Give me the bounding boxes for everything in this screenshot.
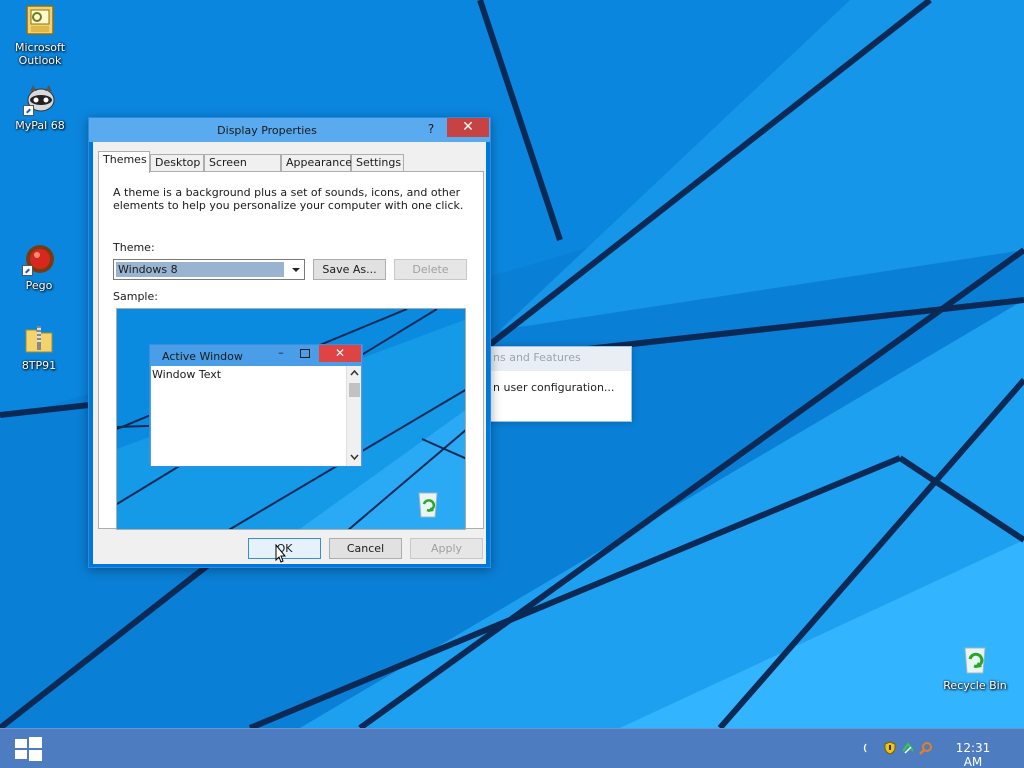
scroll-up-icon (350, 369, 359, 378)
maximize-icon (300, 349, 310, 358)
network-icon[interactable] (901, 741, 915, 755)
sample-active-window: Active Window – ✕ Window Text (149, 344, 363, 467)
minimize-icon: – (278, 346, 284, 359)
close-icon: ✕ (319, 345, 361, 362)
sample-window-text: Window Text (152, 368, 222, 381)
sample-window-body: Window Text (151, 366, 361, 466)
windows-logo-icon (29, 737, 42, 748)
help-button[interactable]: ? (418, 119, 444, 139)
theme-description: A theme is a background plus a set of so… (113, 186, 464, 212)
programs-and-features-window[interactable]: ns and Features n user configuration... (478, 346, 632, 422)
chevron-down-icon[interactable] (292, 268, 300, 272)
desktop-icon-mypal[interactable]: MyPal 68 (2, 82, 78, 132)
desktop-icon-label: 8TP91 (21, 359, 57, 372)
pego-icon (22, 242, 56, 276)
save-as-button[interactable]: Save As... (313, 259, 386, 280)
window-body: n user configuration... (479, 371, 631, 394)
cancel-button[interactable]: Cancel (329, 538, 402, 559)
clock[interactable]: 12:31 AM (946, 741, 1000, 768)
tab-appearance[interactable]: Appearance (281, 154, 352, 172)
windows-logo-icon (29, 750, 42, 761)
tab-screen-saver[interactable]: Screen Saver (204, 154, 281, 185)
dialog-title: Display Properties (217, 124, 317, 137)
search-icon[interactable] (919, 741, 933, 755)
desktop-icon-label: Recycle Bin (943, 679, 1007, 692)
tab-settings[interactable]: Settings (351, 154, 404, 172)
tray-overflow-icon[interactable] (862, 741, 868, 755)
windows-logo-icon (15, 750, 27, 759)
dialog-client: Themes Desktop Screen Saver Appearance S… (93, 142, 486, 564)
security-shield-icon[interactable] (883, 741, 897, 755)
desktop-icon-label: Pego (25, 279, 53, 292)
dialog-titlebar[interactable]: Display Properties ? ✕ (89, 118, 490, 142)
desktop-icon-label: Microsoft Outlook (14, 41, 66, 67)
close-button[interactable]: ✕ (447, 118, 489, 137)
desktop-icon-outlook[interactable]: Microsoft Outlook (2, 4, 78, 67)
start-button[interactable] (13, 736, 43, 762)
sample-window-title: Active Window (162, 350, 243, 363)
status-text: n user configuration... (493, 381, 615, 394)
desktop-icon-pego[interactable]: Pego (1, 242, 77, 292)
delete-button[interactable]: Delete (394, 259, 467, 280)
zip-folder-icon (22, 322, 56, 356)
desktop-icon-recycle-bin[interactable]: Recycle Bin (937, 642, 1013, 692)
theme-dropdown[interactable]: Windows 8 (113, 259, 305, 280)
tab-themes[interactable]: Themes (98, 151, 150, 173)
windows-logo-icon (15, 739, 27, 748)
sample-label: Sample: (113, 290, 158, 303)
shortcut-arrow-icon (23, 105, 34, 116)
theme-dropdown-value: Windows 8 (116, 262, 284, 277)
theme-label: Theme: (113, 241, 155, 254)
scroll-thumb (349, 383, 360, 397)
tab-desktop[interactable]: Desktop (150, 154, 204, 172)
taskbar: 12:31 AM (0, 728, 1024, 768)
themes-panel: A theme is a background plus a set of so… (98, 171, 484, 530)
outlook-icon (23, 4, 57, 38)
scroll-down-icon (350, 452, 359, 461)
theme-sample-preview: Active Window – ✕ Window Text (116, 308, 466, 530)
shortcut-arrow-icon (22, 265, 33, 276)
recycle-bin-icon (413, 489, 443, 519)
desktop-icon-label: MyPal 68 (15, 119, 65, 132)
mouse-pointer-icon (275, 543, 287, 564)
desktop-icon-8tp91[interactable]: 8TP91 (1, 322, 77, 372)
sample-scrollbar (346, 366, 361, 466)
mypal-icon (23, 82, 57, 116)
display-properties-dialog[interactable]: Display Properties ? ✕ Themes Desktop Sc… (88, 117, 491, 568)
apply-button[interactable]: Apply (410, 538, 483, 559)
window-title-text: ns and Features (493, 351, 581, 364)
window-title: ns and Features (479, 347, 631, 371)
recycle-bin-icon (958, 642, 992, 676)
